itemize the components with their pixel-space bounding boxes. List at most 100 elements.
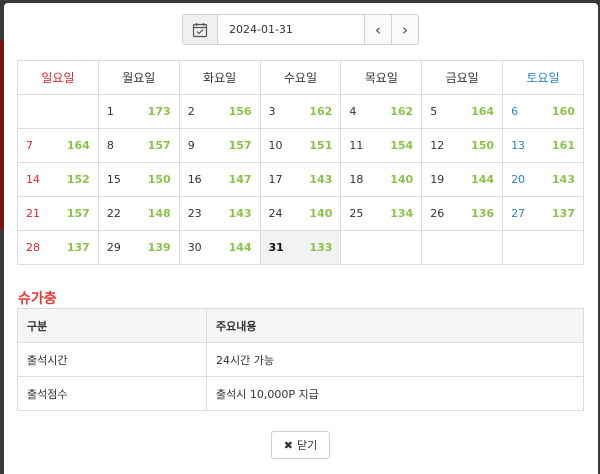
- attendance-count: 140: [309, 207, 333, 220]
- calendar-day-cell: 11 154: [340, 128, 423, 163]
- calendar-day-cell: 13 161: [502, 128, 584, 163]
- attendance-count: 151: [309, 139, 333, 152]
- attendance-count: 164: [471, 105, 495, 118]
- day-number: 22: [106, 207, 121, 220]
- calendar-day-cell: 8 157: [97, 128, 180, 163]
- attendance-count: 139: [147, 241, 171, 254]
- day-number: 24: [268, 207, 283, 220]
- info-cell-label: 출석시간: [17, 342, 207, 377]
- weekday-friday: 금요일: [421, 60, 504, 95]
- attendance-count: 140: [390, 173, 414, 186]
- weekday-monday: 월요일: [97, 60, 180, 95]
- calendar-day-cell: 21 157: [17, 196, 99, 231]
- calendar-day-cell: 14 152: [17, 162, 99, 197]
- table-row: 출석시간 24시간 가능: [17, 342, 584, 377]
- calendar-day-cell: 15 150: [97, 162, 180, 197]
- day-number: 19: [430, 173, 445, 186]
- calendar-day-cell: 20 143: [502, 162, 584, 197]
- day-number: 20: [511, 173, 526, 186]
- attendance-count: 148: [147, 207, 171, 220]
- attendance-count: 136: [471, 207, 495, 220]
- attendance-count: 157: [228, 139, 252, 152]
- calendar-day-cell: 28 137: [17, 230, 99, 265]
- next-month-button[interactable]: ›: [392, 14, 419, 45]
- attendance-count: 150: [471, 139, 495, 152]
- date-input[interactable]: [218, 14, 365, 45]
- info-header-content: 주요내용: [206, 308, 584, 343]
- attendance-count: 162: [309, 105, 333, 118]
- calendar-check-icon: [192, 22, 208, 37]
- attendance-count: 160: [552, 105, 575, 118]
- calendar-day-cell: 27 137: [502, 196, 584, 231]
- attendance-count: 162: [390, 105, 414, 118]
- calendar-day-cell: 3 162: [259, 94, 342, 129]
- day-number: 3: [268, 105, 276, 118]
- day-number: 17: [268, 173, 283, 186]
- calendar-day-cell: 19 144: [421, 162, 504, 197]
- day-number: 9: [187, 139, 195, 152]
- attendance-count: 144: [471, 173, 495, 186]
- attendance-modal: ‹ › 일요일 월요일 화요일 수요일 목요일 금요일 토요일 11732156…: [4, 3, 598, 474]
- calendar-day-cell: 1 173: [97, 94, 180, 129]
- day-number: 18: [349, 173, 364, 186]
- attendance-count: 143: [552, 173, 575, 186]
- calendar-week-row: 7 164 8 157 9 157 10 151 11 154 12 150 13 161: [17, 128, 584, 163]
- calendar-day-cell: 2 156: [178, 94, 261, 129]
- calendar-day-cell: 9 157: [178, 128, 261, 163]
- calendar-week-row: 1 173 2 156 3 162 4 162 5 164 6 160: [17, 94, 584, 129]
- calendar-day-cell: 22 148: [97, 196, 180, 231]
- calendar-week-row: 21 157 22 148 23 143 24 140 25 134 26 136 27 137: [17, 196, 584, 231]
- section-title: 슈가충: [18, 291, 57, 307]
- attendance-count: 150: [147, 173, 171, 186]
- calendar-day-cell: 24 140: [259, 196, 342, 231]
- day-number: 30: [187, 241, 202, 254]
- day-number: 26: [430, 207, 445, 220]
- attendance-count: 144: [228, 241, 252, 254]
- calendar-day-cell: 7 164: [17, 128, 99, 163]
- day-number: 21: [26, 207, 40, 220]
- day-number: 8: [106, 139, 114, 152]
- weekday-thursday: 목요일: [340, 60, 423, 95]
- day-number: 29: [106, 241, 121, 254]
- day-number: 12: [430, 139, 445, 152]
- close-button[interactable]: ✖ 닫기: [271, 431, 330, 459]
- calendar-day-cell: 5 164: [421, 94, 504, 129]
- attendance-count: 164: [66, 139, 90, 152]
- prev-month-button[interactable]: ‹: [365, 14, 392, 45]
- attendance-count: 134: [390, 207, 414, 220]
- calendar-day-cell: 10 151: [259, 128, 342, 163]
- calendar-empty-cell: [502, 230, 584, 265]
- day-number: 1: [106, 105, 114, 118]
- calendar-empty-cell: [17, 94, 99, 129]
- calendar-day-cell: 29 139: [97, 230, 180, 265]
- calendar-week-row: 14 152 15 150 16 147 17 143 18 140 19 144 20 143: [17, 162, 584, 197]
- calendar-empty-cell: [421, 230, 504, 265]
- calendar-day-cell: 12 150: [421, 128, 504, 163]
- calendar-day-cell: 6 160: [502, 94, 584, 129]
- table-row: 출석점수 출석시 10,000P 지급: [17, 376, 584, 411]
- attendance-count: 152: [66, 173, 90, 186]
- attendance-count: 133: [309, 241, 333, 254]
- calendar-button[interactable]: [182, 14, 218, 45]
- close-button-label: 닫기: [296, 439, 318, 452]
- info-table: 구분 주요내용 출석시간 24시간 가능 출석점수 출석시 10,000P 지급: [17, 308, 584, 411]
- calendar-day-cell: 16 147: [178, 162, 261, 197]
- calendar-day-cell: 25 134: [340, 196, 423, 231]
- calendar-empty-cell: [340, 230, 423, 265]
- weekday-header-row: 일요일 월요일 화요일 수요일 목요일 금요일 토요일: [17, 60, 584, 95]
- weekday-saturday: 토요일: [502, 60, 584, 95]
- day-number: 28: [26, 241, 40, 254]
- weekday-tuesday: 화요일: [178, 60, 261, 95]
- calendar-day-cell: 31 133: [259, 230, 342, 265]
- day-number: 14: [26, 173, 40, 186]
- day-number: 7: [26, 139, 33, 152]
- calendar-day-cell: 23 143: [178, 196, 261, 231]
- day-number: 6: [511, 105, 519, 118]
- day-number: 10: [268, 139, 283, 152]
- calendar-day-cell: 18 140: [340, 162, 423, 197]
- date-picker: ‹ ›: [182, 14, 419, 45]
- attendance-count: 157: [66, 207, 90, 220]
- attendance-count: 157: [147, 139, 171, 152]
- calendar-day-cell: 17 143: [259, 162, 342, 197]
- calendar-week-row: 28 137 29 139 30 144 31 133: [17, 230, 584, 265]
